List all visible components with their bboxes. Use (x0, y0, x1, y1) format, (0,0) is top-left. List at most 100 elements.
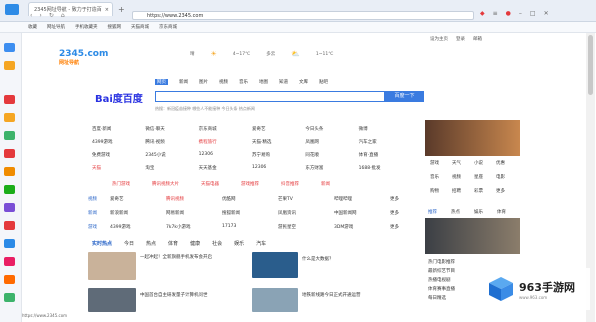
right-tab[interactable]: 热点 (451, 209, 460, 215)
search-tab[interactable]: 文库 (299, 79, 308, 85)
site-link[interactable]: 12306 (252, 165, 305, 171)
right-list-item[interactable]: 热门电影推荐 (428, 258, 455, 267)
address-bar[interactable]: https://www.2345.com (132, 11, 474, 20)
search-tab[interactable]: 网页 (155, 79, 168, 85)
site-link[interactable]: 体育·直播 (359, 152, 412, 158)
search-tab[interactable]: 视频 (219, 79, 228, 85)
quick-link[interactable]: 更多 (496, 188, 518, 194)
search-input[interactable] (155, 91, 385, 102)
weather-widget[interactable]: 晴 ☀ 4~17℃ 多云 ⛅ 1~11℃ (190, 50, 333, 58)
site-link[interactable]: 凤凰网 (305, 139, 358, 145)
browser-logo-icon[interactable] (5, 4, 19, 15)
home-icon[interactable]: ⌂ (61, 12, 65, 19)
back-icon[interactable]: ‹ (30, 12, 32, 19)
scrollbar-thumb[interactable] (588, 35, 593, 95)
search-tab[interactable]: 贴吧 (319, 79, 328, 85)
news-headline[interactable]: 什么是大数据？ (302, 256, 334, 262)
top-link[interactable]: 设为主页 (430, 36, 448, 42)
favorite-item[interactable]: 京东商城 (159, 24, 177, 30)
quick-link[interactable]: 星座 (474, 174, 496, 180)
site-link[interactable]: 2345小说 (145, 152, 198, 158)
news-tab[interactable]: 今日 (124, 240, 134, 247)
site-link[interactable]: 天猫·精选 (252, 139, 305, 145)
right-tab[interactable]: 推荐 (428, 209, 437, 215)
search-tab[interactable]: 地图 (259, 79, 268, 85)
banner-ad[interactable] (425, 120, 520, 156)
site-link[interactable]: 微信·聊天 (145, 126, 198, 132)
quick-link[interactable]: 优惠 (496, 160, 518, 166)
close-icon[interactable]: × (105, 7, 109, 13)
category-link[interactable]: 热门游戏 (112, 181, 130, 187)
sidebar-app-icon[interactable] (4, 257, 15, 266)
news-headline[interactable]: 地铁新线路今日正式开通运营 (302, 292, 361, 298)
sidebar-app-icon[interactable] (4, 293, 15, 302)
news-tab[interactable]: 热点 (146, 240, 156, 247)
search-tab[interactable]: 图片 (199, 79, 208, 85)
site-link[interactable]: 4399游戏 (110, 224, 166, 230)
right-feature-image[interactable] (425, 218, 520, 254)
quick-link[interactable]: 天气 (452, 160, 474, 166)
category-link[interactable]: 天猫电器 (201, 181, 219, 187)
menu-icon[interactable]: ≡ (493, 10, 498, 17)
news-tab[interactable]: 汽车 (256, 240, 266, 247)
favorite-item[interactable]: 搜狐网 (108, 24, 122, 30)
search-engine-logo[interactable]: Bai度百度 (95, 90, 143, 105)
quick-link[interactable]: 购物 (430, 188, 452, 194)
category-link[interactable]: 腾讯视频大片 (152, 181, 179, 187)
top-link[interactable]: 登录 (456, 36, 465, 42)
category-link[interactable]: 新闻 (321, 181, 330, 187)
site-link[interactable]: 腾讯视频 (166, 196, 222, 202)
site-link[interactable]: 天天基金 (199, 165, 252, 171)
site-link[interactable]: 百度·新闻 (92, 126, 145, 132)
quick-link[interactable]: 招聘 (452, 188, 474, 194)
maximize-icon[interactable]: □ (530, 10, 536, 17)
right-list-item[interactable]: 每日精选 (428, 294, 455, 303)
sidebar-app-icon[interactable] (4, 221, 15, 230)
right-list-item[interactable]: 最新综艺节目 (428, 267, 455, 276)
site-link[interactable]: 游民星空 (278, 224, 334, 230)
search-button[interactable]: 百度一下 (385, 91, 424, 102)
more-link[interactable]: 更多 (390, 224, 410, 230)
site-link[interactable]: 天猫 (92, 165, 145, 171)
site-logo[interactable]: 2345.com 网址导航 (59, 49, 108, 66)
right-list-item[interactable]: 热播电视剧 (428, 276, 455, 285)
hot-search-line[interactable]: 热搜：新冠疫苗接种 哪些人不能接种 今日头条 热点新闻 (155, 106, 255, 112)
favorite-item[interactable]: 手机收藏夹 (75, 24, 98, 30)
user-icon[interactable]: ● (506, 10, 511, 17)
shield-icon[interactable]: ◆ (480, 10, 485, 17)
quick-link[interactable]: 彩票 (474, 188, 496, 194)
sidebar-app-icon[interactable] (4, 95, 15, 104)
site-link[interactable]: 免费游戏 (92, 152, 145, 158)
sidebar-app-icon[interactable] (4, 131, 15, 140)
search-tab[interactable]: 新闻 (179, 79, 188, 85)
site-link[interactable]: 优酷网 (222, 196, 278, 202)
more-link[interactable]: 更多 (390, 196, 410, 202)
forward-icon[interactable]: › (39, 12, 41, 19)
category-link[interactable]: 抖音推荐 (281, 181, 299, 187)
site-link[interactable]: 1688·批发 (359, 165, 412, 171)
favorite-item[interactable]: 收藏 (28, 24, 37, 30)
site-link[interactable]: 爱奇艺 (110, 196, 166, 202)
window-close-icon[interactable]: ✕ (544, 10, 549, 17)
site-link[interactable]: 7k7k小游戏 (166, 224, 222, 230)
site-link[interactable]: 携程旅行 (199, 139, 252, 145)
quick-link[interactable]: 音乐 (430, 174, 452, 180)
site-link[interactable]: 同花顺 (305, 152, 358, 158)
site-link[interactable]: 网易新闻 (166, 210, 222, 216)
site-link[interactable]: 今日头条 (305, 126, 358, 132)
quick-link[interactable]: 电影 (496, 174, 518, 180)
news-tab[interactable]: 健康 (190, 240, 200, 247)
site-link[interactable]: 哔哩哔哩 (334, 196, 390, 202)
site-link[interactable]: 爱奇艺 (252, 126, 305, 132)
sidebar-app-icon[interactable] (4, 61, 15, 70)
right-tab[interactable]: 体育 (497, 209, 506, 215)
quick-link[interactable]: 游戏 (430, 160, 452, 166)
category-link[interactable]: 游戏推荐 (241, 181, 259, 187)
news-thumbnail[interactable] (88, 252, 136, 280)
site-link[interactable]: 东方财富 (305, 165, 358, 171)
site-link[interactable]: 搜狐新闻 (222, 210, 278, 216)
site-link[interactable]: 3DM游戏 (334, 224, 390, 230)
right-list-item[interactable]: 体育赛事直播 (428, 285, 455, 294)
site-link[interactable]: 腾讯·视频 (145, 139, 198, 145)
news-thumbnail[interactable] (252, 288, 298, 312)
